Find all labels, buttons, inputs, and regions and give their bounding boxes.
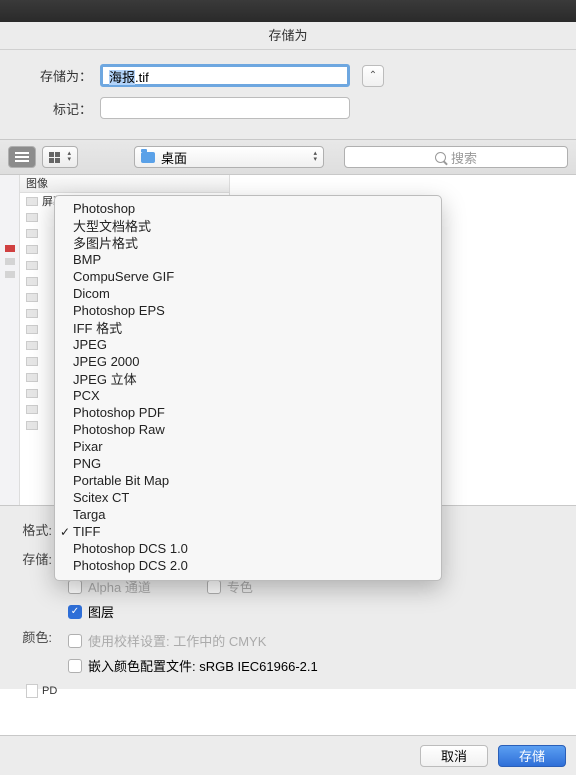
format-option[interactable]: JPEG 2000 bbox=[55, 353, 441, 370]
proof-checkbox bbox=[68, 634, 82, 648]
format-option[interactable]: Photoshop Raw bbox=[55, 421, 441, 438]
search-input[interactable]: 搜索 bbox=[344, 146, 568, 168]
view-grid-button[interactable]: ▴▾ bbox=[42, 146, 78, 168]
tags-label: 标记： bbox=[16, 99, 100, 118]
icc-checkbox[interactable] bbox=[68, 659, 82, 673]
tags-input[interactable] bbox=[100, 97, 350, 119]
format-option[interactable]: Photoshop PDF bbox=[55, 404, 441, 421]
file-thumb-icon bbox=[26, 405, 38, 414]
finder-toolbar: ▴▾ 桌面 ▴▾ 搜索 bbox=[0, 139, 576, 175]
format-option[interactable]: PCX bbox=[55, 387, 441, 404]
file-thumb-icon bbox=[26, 389, 38, 398]
thumbnail[interactable] bbox=[5, 271, 15, 278]
proof-label: 使用校样设置: 工作中的 CMYK bbox=[88, 631, 266, 650]
file-thumb-icon bbox=[26, 277, 38, 286]
pdf-icon bbox=[26, 684, 38, 698]
thumbnail-strip bbox=[0, 175, 20, 505]
file-thumb-icon bbox=[26, 341, 38, 350]
format-option[interactable]: Photoshop DCS 1.0 bbox=[55, 540, 441, 557]
format-option[interactable]: BMP bbox=[55, 251, 441, 268]
color-group-label: 颜色: bbox=[16, 627, 60, 646]
format-option[interactable]: PNG bbox=[55, 455, 441, 472]
format-option[interactable]: Targa bbox=[55, 506, 441, 523]
format-option[interactable]: JPEG 立体 bbox=[55, 370, 441, 387]
collapse-chevron-button[interactable]: ⌃ bbox=[362, 65, 384, 87]
format-option[interactable]: Photoshop bbox=[55, 200, 441, 217]
cancel-button[interactable]: 取消 bbox=[420, 745, 488, 767]
format-option[interactable]: Scitex CT bbox=[55, 489, 441, 506]
file-thumb-icon bbox=[26, 421, 38, 430]
file-thumb-icon bbox=[26, 229, 38, 238]
format-option[interactable]: TIFF bbox=[55, 523, 441, 540]
format-option[interactable]: CompuServe GIF bbox=[55, 268, 441, 285]
alpha-checkbox bbox=[68, 580, 82, 594]
view-list-button[interactable] bbox=[8, 146, 36, 168]
list-icon bbox=[15, 152, 29, 162]
format-dropdown[interactable]: Photoshop大型文档格式多图片格式BMPCompuServe GIFDic… bbox=[54, 195, 442, 581]
format-option[interactable]: Pixar bbox=[55, 438, 441, 455]
search-placeholder: 搜索 bbox=[451, 148, 477, 167]
file-thumb-icon bbox=[26, 261, 38, 270]
thumbnail[interactable] bbox=[5, 245, 15, 252]
save-as-label: 存储为： bbox=[16, 66, 100, 85]
layers-label: 图层 bbox=[88, 602, 114, 621]
grid-icon bbox=[49, 152, 60, 163]
sheet-title: 存储为 bbox=[0, 22, 576, 50]
file-thumb-icon bbox=[26, 309, 38, 318]
file-thumb-icon bbox=[26, 213, 38, 222]
chevron-updown-icon: ▴▾ bbox=[313, 151, 317, 163]
chevron-up-icon: ⌃ bbox=[369, 70, 377, 81]
icc-label: 嵌入颜色配置文件: sRGB IEC61966-2.1 bbox=[88, 656, 318, 675]
location-name: 桌面 bbox=[161, 148, 187, 167]
search-icon bbox=[435, 152, 446, 163]
format-option[interactable]: Portable Bit Map bbox=[55, 472, 441, 489]
location-select[interactable]: 桌面 ▴▾ bbox=[134, 146, 324, 168]
save-as-header: 存储为： 海报.tif ⌃ 标记： bbox=[0, 50, 576, 139]
format-option[interactable]: 多图片格式 bbox=[55, 234, 441, 251]
format-option[interactable]: IFF 格式 bbox=[55, 319, 441, 336]
file-thumb-icon bbox=[26, 245, 38, 254]
filename-ext: .tif bbox=[135, 70, 149, 85]
format-option[interactable]: Photoshop EPS bbox=[55, 302, 441, 319]
column-header[interactable]: 图像 bbox=[20, 175, 229, 193]
file-thumb-icon bbox=[26, 357, 38, 366]
format-option[interactable]: JPEG bbox=[55, 336, 441, 353]
file-thumb-icon bbox=[26, 293, 38, 302]
file-thumb-icon bbox=[26, 373, 38, 382]
filename-input[interactable]: 海报.tif bbox=[100, 64, 350, 87]
file-thumb-icon bbox=[26, 325, 38, 334]
format-option[interactable]: Dicom bbox=[55, 285, 441, 302]
save-button[interactable]: 存储 bbox=[498, 745, 566, 767]
file-item-pdf[interactable]: PD bbox=[20, 683, 229, 699]
filename-base: 海报 bbox=[109, 70, 135, 85]
window-titlebar bbox=[0, 0, 576, 22]
format-option[interactable]: 大型文档格式 bbox=[55, 217, 441, 234]
chevron-updown-icon: ▴▾ bbox=[67, 151, 71, 163]
format-option[interactable]: Photoshop DCS 2.0 bbox=[55, 557, 441, 574]
spot-checkbox bbox=[207, 580, 221, 594]
folder-icon bbox=[141, 152, 155, 163]
layers-checkbox[interactable]: ✓ bbox=[68, 605, 82, 619]
file-name: PD bbox=[42, 685, 57, 697]
thumbnail[interactable] bbox=[5, 258, 15, 265]
action-bar: 取消 存储 bbox=[0, 735, 576, 775]
file-thumb-icon bbox=[26, 197, 38, 206]
